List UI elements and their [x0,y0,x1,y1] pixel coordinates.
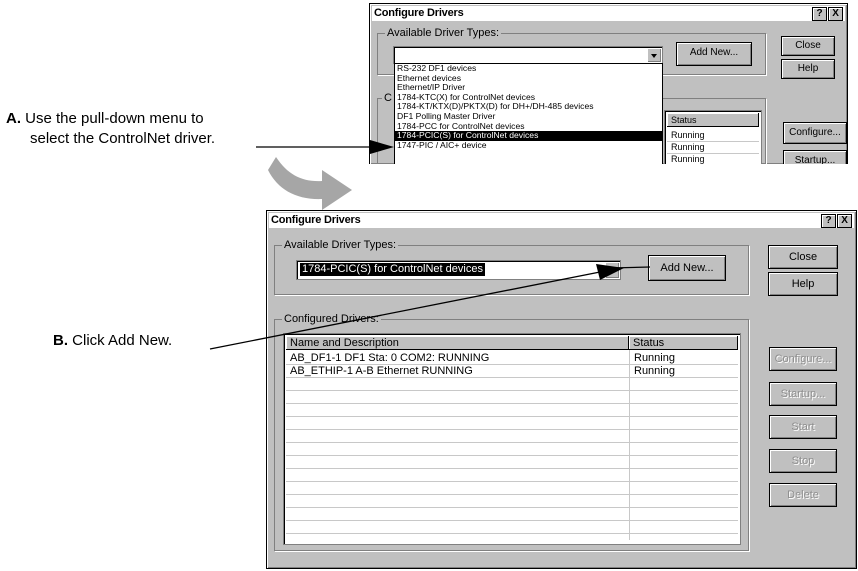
configure-button[interactable]: Configure... [783,122,847,144]
startup-button-label: Startup... [780,388,826,400]
window-title: Configure Drivers [271,214,361,226]
delete-button[interactable]: Delete [769,483,837,507]
name-column-header[interactable]: Name and Description [286,336,629,350]
annotation-a: A. Use the pull-down menu to [6,109,204,128]
available-driver-types-label: Available Driver Types: [385,27,502,39]
annotation-b-letter: B. [53,332,68,349]
driver-type-select[interactable]: 1784-PCIC(S) for ControlNet devices [296,260,621,280]
configure-drivers-window-dropdown-open: Configure Drivers ? X Available Driver T… [369,3,848,164]
empty-row [286,391,738,404]
startup-button[interactable]: Startup... [769,382,837,406]
annotation-b: B. Click Add New. [53,331,172,350]
driver-type-dropdown-list[interactable]: RS-232 DF1 devices Ethernet devices Ethe… [394,63,663,164]
stop-button[interactable]: Stop [769,449,837,473]
help-button-label: Help [791,278,815,290]
startup-button-label: Startup... [794,155,836,164]
configure-button-label: Configure... [789,127,841,138]
empty-row [286,404,738,417]
title-bar: Configure Drivers ? X [372,6,845,21]
delete-button-label: Delete [787,489,819,501]
empty-row [286,443,738,456]
status-cell: Running [671,154,705,164]
empty-row [286,456,738,469]
close-button[interactable]: Close [781,36,835,56]
available-driver-types-label: Available Driver Types: [282,239,399,251]
help-button[interactable]: Help [781,59,835,79]
start-button-label: Start [791,421,815,433]
start-button[interactable]: Start [769,415,837,439]
configured-drivers-label: C [382,92,394,104]
add-new-button[interactable]: Add New... [676,42,752,66]
annotation-a-letter: A. [6,110,21,127]
driver-name-cell: AB_DF1-1 DF1 Sta: 0 COM2: RUNNING [290,352,490,364]
table-row[interactable]: AB_ETHIP-1 A-B Ethernet RUNNING Running [286,365,738,378]
window-title: Configure Drivers [374,7,464,19]
empty-row [286,495,738,508]
close-button-label: Close [788,251,818,263]
selected-driver-value: 1784-PCIC(S) for ControlNet devices [300,263,485,276]
title-bar: Configure Drivers ? X [269,213,854,228]
configured-drivers-label: Configured Drivers: [282,313,381,325]
annotation-b-text: Click Add New. [72,332,173,349]
configured-drivers-list[interactable]: Name and Description Status AB_DF1-1 DF1… [283,333,741,545]
empty-row [286,508,738,521]
chevron-down-icon[interactable] [605,262,619,278]
transition-arrow [268,157,352,210]
close-icon[interactable]: X [837,214,852,228]
status-cell: Running [671,130,705,140]
driver-status-cell: Running [634,352,675,364]
driver-status-cell: Running [634,365,675,377]
driver-type-select[interactable] [393,46,663,64]
status-column-header[interactable]: Status [629,336,738,350]
empty-row [286,469,738,482]
configure-button-label: Configure... [774,353,832,365]
help-button-label: Help [797,63,819,74]
empty-row [286,482,738,495]
dropdown-item[interactable]: 1747-PIC / AIC+ device [395,140,662,151]
add-new-button[interactable]: Add New... [648,255,726,281]
help-icon[interactable]: ? [812,7,827,21]
empty-row [286,378,738,391]
annotation-a-line2: select the ControlNet driver. [30,130,216,147]
table-row[interactable]: AB_DF1-1 DF1 Sta: 0 COM2: RUNNING Runnin… [286,352,738,365]
help-button[interactable]: Help [768,272,838,296]
empty-row [286,521,738,534]
empty-row [286,417,738,430]
close-button-label: Close [795,40,821,51]
startup-button[interactable]: Startup... [783,150,847,164]
configure-button[interactable]: Configure... [769,347,837,371]
status-cell: Running [671,142,705,152]
status-column-header[interactable]: Status [667,113,759,127]
add-new-label: Add New... [689,47,739,58]
configured-drivers-list[interactable]: Status Running Running Running [664,110,762,164]
configure-drivers-window: Configure Drivers ? X Available Driver T… [266,210,857,569]
chevron-down-icon[interactable] [647,48,661,62]
stop-button-label: Stop [791,455,815,467]
annotation-a-line1: Use the pull-down menu to [25,110,204,127]
close-icon[interactable]: X [828,7,843,21]
driver-name-cell: AB_ETHIP-1 A-B Ethernet RUNNING [290,365,473,377]
close-button[interactable]: Close [768,245,838,269]
add-new-label: Add New... [660,262,714,274]
help-icon[interactable]: ? [821,214,836,228]
empty-row [286,430,738,443]
